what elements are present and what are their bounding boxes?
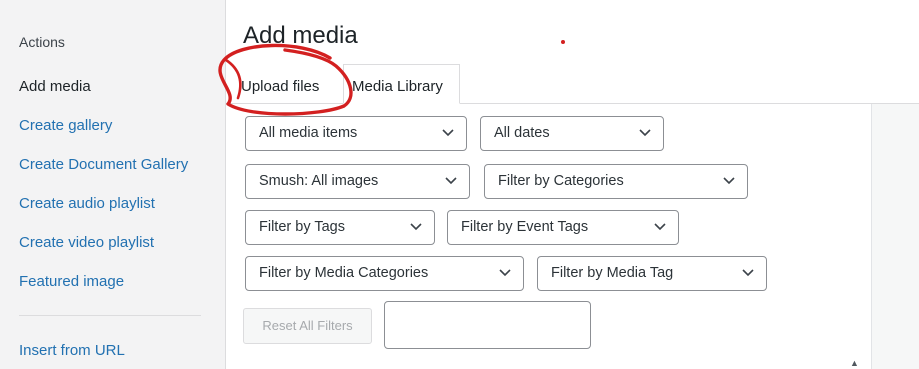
- sidebar-item-featured-image[interactable]: Featured image: [19, 273, 124, 290]
- filter-media-categories-select[interactable]: Filter by Media Categories: [245, 256, 524, 291]
- tab-media-library[interactable]: Media Library: [343, 64, 460, 104]
- filter-tags-value: Filter by Tags: [259, 219, 345, 235]
- sidebar-separator: [19, 315, 201, 316]
- tab-upload-files[interactable]: Upload files: [232, 64, 342, 104]
- media-search-input[interactable]: [384, 301, 591, 349]
- scroll-up-arrow-icon[interactable]: ▲: [850, 358, 859, 368]
- sidebar-item-create-audio-playlist[interactable]: Create audio playlist: [19, 195, 155, 212]
- chevron-down-icon: [654, 223, 666, 231]
- sidebar-item-add-media[interactable]: Add media: [19, 78, 91, 95]
- sidebar-item-create-document-gallery[interactable]: Create Document Gallery: [19, 156, 188, 173]
- filter-categories-value: Filter by Categories: [498, 173, 624, 189]
- page-title: Add media: [243, 22, 358, 49]
- sidebar-item-create-video-playlist[interactable]: Create video playlist: [19, 234, 154, 251]
- filter-media-tag-select[interactable]: Filter by Media Tag: [537, 256, 767, 291]
- annotation-dot: [561, 40, 565, 44]
- sidebar-item-create-gallery[interactable]: Create gallery: [19, 117, 112, 134]
- filter-dates-value: All dates: [494, 125, 550, 141]
- chevron-down-icon: [723, 177, 735, 185]
- filter-dates-select[interactable]: All dates: [480, 116, 664, 151]
- filter-media-type-value: All media items: [259, 125, 358, 141]
- filter-media-type-select[interactable]: All media items: [245, 116, 467, 151]
- media-modal-sidebar: Actions Add media Create gallery Create …: [0, 0, 226, 369]
- filter-categories-select[interactable]: Filter by Categories: [484, 164, 748, 199]
- filter-event-tags-value: Filter by Event Tags: [461, 219, 589, 235]
- attachment-details-gutter: [871, 104, 919, 369]
- filter-smush-value: Smush: All images: [259, 173, 379, 189]
- chevron-down-icon: [499, 269, 511, 277]
- chevron-down-icon: [639, 129, 651, 137]
- filter-event-tags-select[interactable]: Filter by Event Tags: [447, 210, 679, 245]
- chevron-down-icon: [410, 223, 422, 231]
- chevron-down-icon: [445, 177, 457, 185]
- filter-tags-select[interactable]: Filter by Tags: [245, 210, 435, 245]
- filter-media-tag-value: Filter by Media Tag: [551, 265, 674, 281]
- sidebar-heading: Actions: [19, 34, 65, 50]
- filter-smush-select[interactable]: Smush: All images: [245, 164, 470, 199]
- filter-media-categories-value: Filter by Media Categories: [259, 265, 429, 281]
- chevron-down-icon: [742, 269, 754, 277]
- chevron-down-icon: [442, 129, 454, 137]
- sidebar-item-insert-from-url[interactable]: Insert from URL: [19, 342, 125, 359]
- reset-all-filters-button[interactable]: Reset All Filters: [243, 308, 372, 344]
